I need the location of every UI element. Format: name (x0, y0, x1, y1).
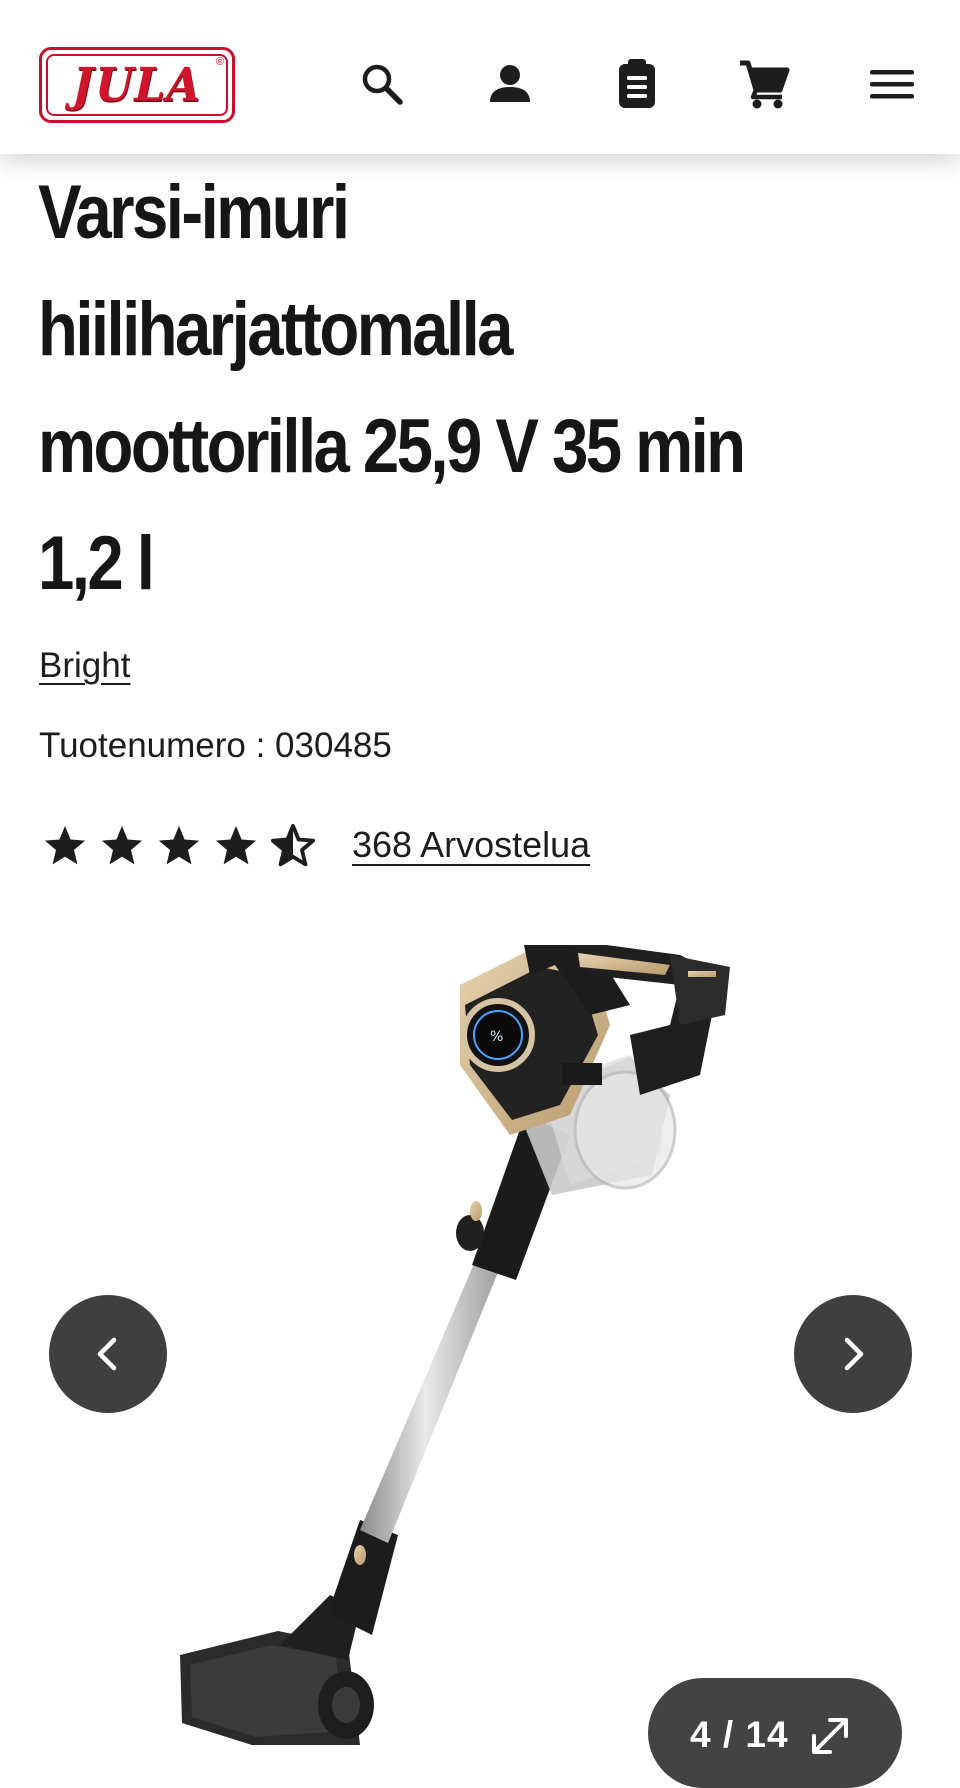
star-icon (215, 825, 257, 865)
site-header: JULA ® (0, 0, 960, 154)
menu-button[interactable] (860, 52, 924, 116)
cart-icon (740, 60, 790, 109)
chevron-right-icon (844, 1337, 864, 1371)
chevron-left-icon (97, 1337, 117, 1371)
search-button[interactable] (350, 52, 414, 116)
menu-icon (870, 70, 914, 99)
title-line: hiiliharjattomalla (38, 287, 514, 372)
shopping-list-button[interactable] (605, 52, 669, 116)
logo-registered-mark: ® (215, 56, 224, 68)
search-icon (362, 64, 403, 105)
product-image: % (180, 945, 730, 1745)
cart-button[interactable] (732, 52, 796, 116)
gallery-counter-button[interactable]: 4 / 14 (648, 1678, 902, 1788)
product-number: Tuotenumero : 030485 (39, 726, 392, 765)
brand-link[interactable]: Bright (39, 646, 130, 686)
logo-text: JULA (67, 58, 207, 112)
svg-text:%: % (490, 1029, 503, 1045)
title-line: 1,2 l (38, 521, 155, 606)
half-star-icon (270, 823, 316, 867)
expand-icon (812, 1718, 848, 1754)
gallery-prev-button[interactable] (49, 1295, 167, 1413)
star-rating (42, 822, 316, 870)
title-line: Varsi-imuri (38, 170, 350, 255)
jula-logo[interactable]: JULA ® (39, 47, 235, 123)
title-line: moottorilla 25,9 V 35 min (38, 404, 746, 489)
logo-frame: JULA (46, 54, 228, 116)
account-button[interactable] (478, 52, 542, 116)
gallery-next-button[interactable] (794, 1295, 912, 1413)
gallery-counter: 4 / 14 (690, 1714, 789, 1755)
star-icon (158, 825, 200, 865)
reviews-link[interactable]: 368 Arvostelua (352, 824, 590, 866)
account-icon (490, 65, 530, 102)
product-title: Varsi-imuri hiiliharjattomalla moottoril… (38, 154, 795, 622)
star-icon (44, 825, 86, 865)
star-icon (101, 825, 143, 865)
shopping-list-icon (619, 59, 655, 108)
wand-tube (360, 1245, 505, 1543)
